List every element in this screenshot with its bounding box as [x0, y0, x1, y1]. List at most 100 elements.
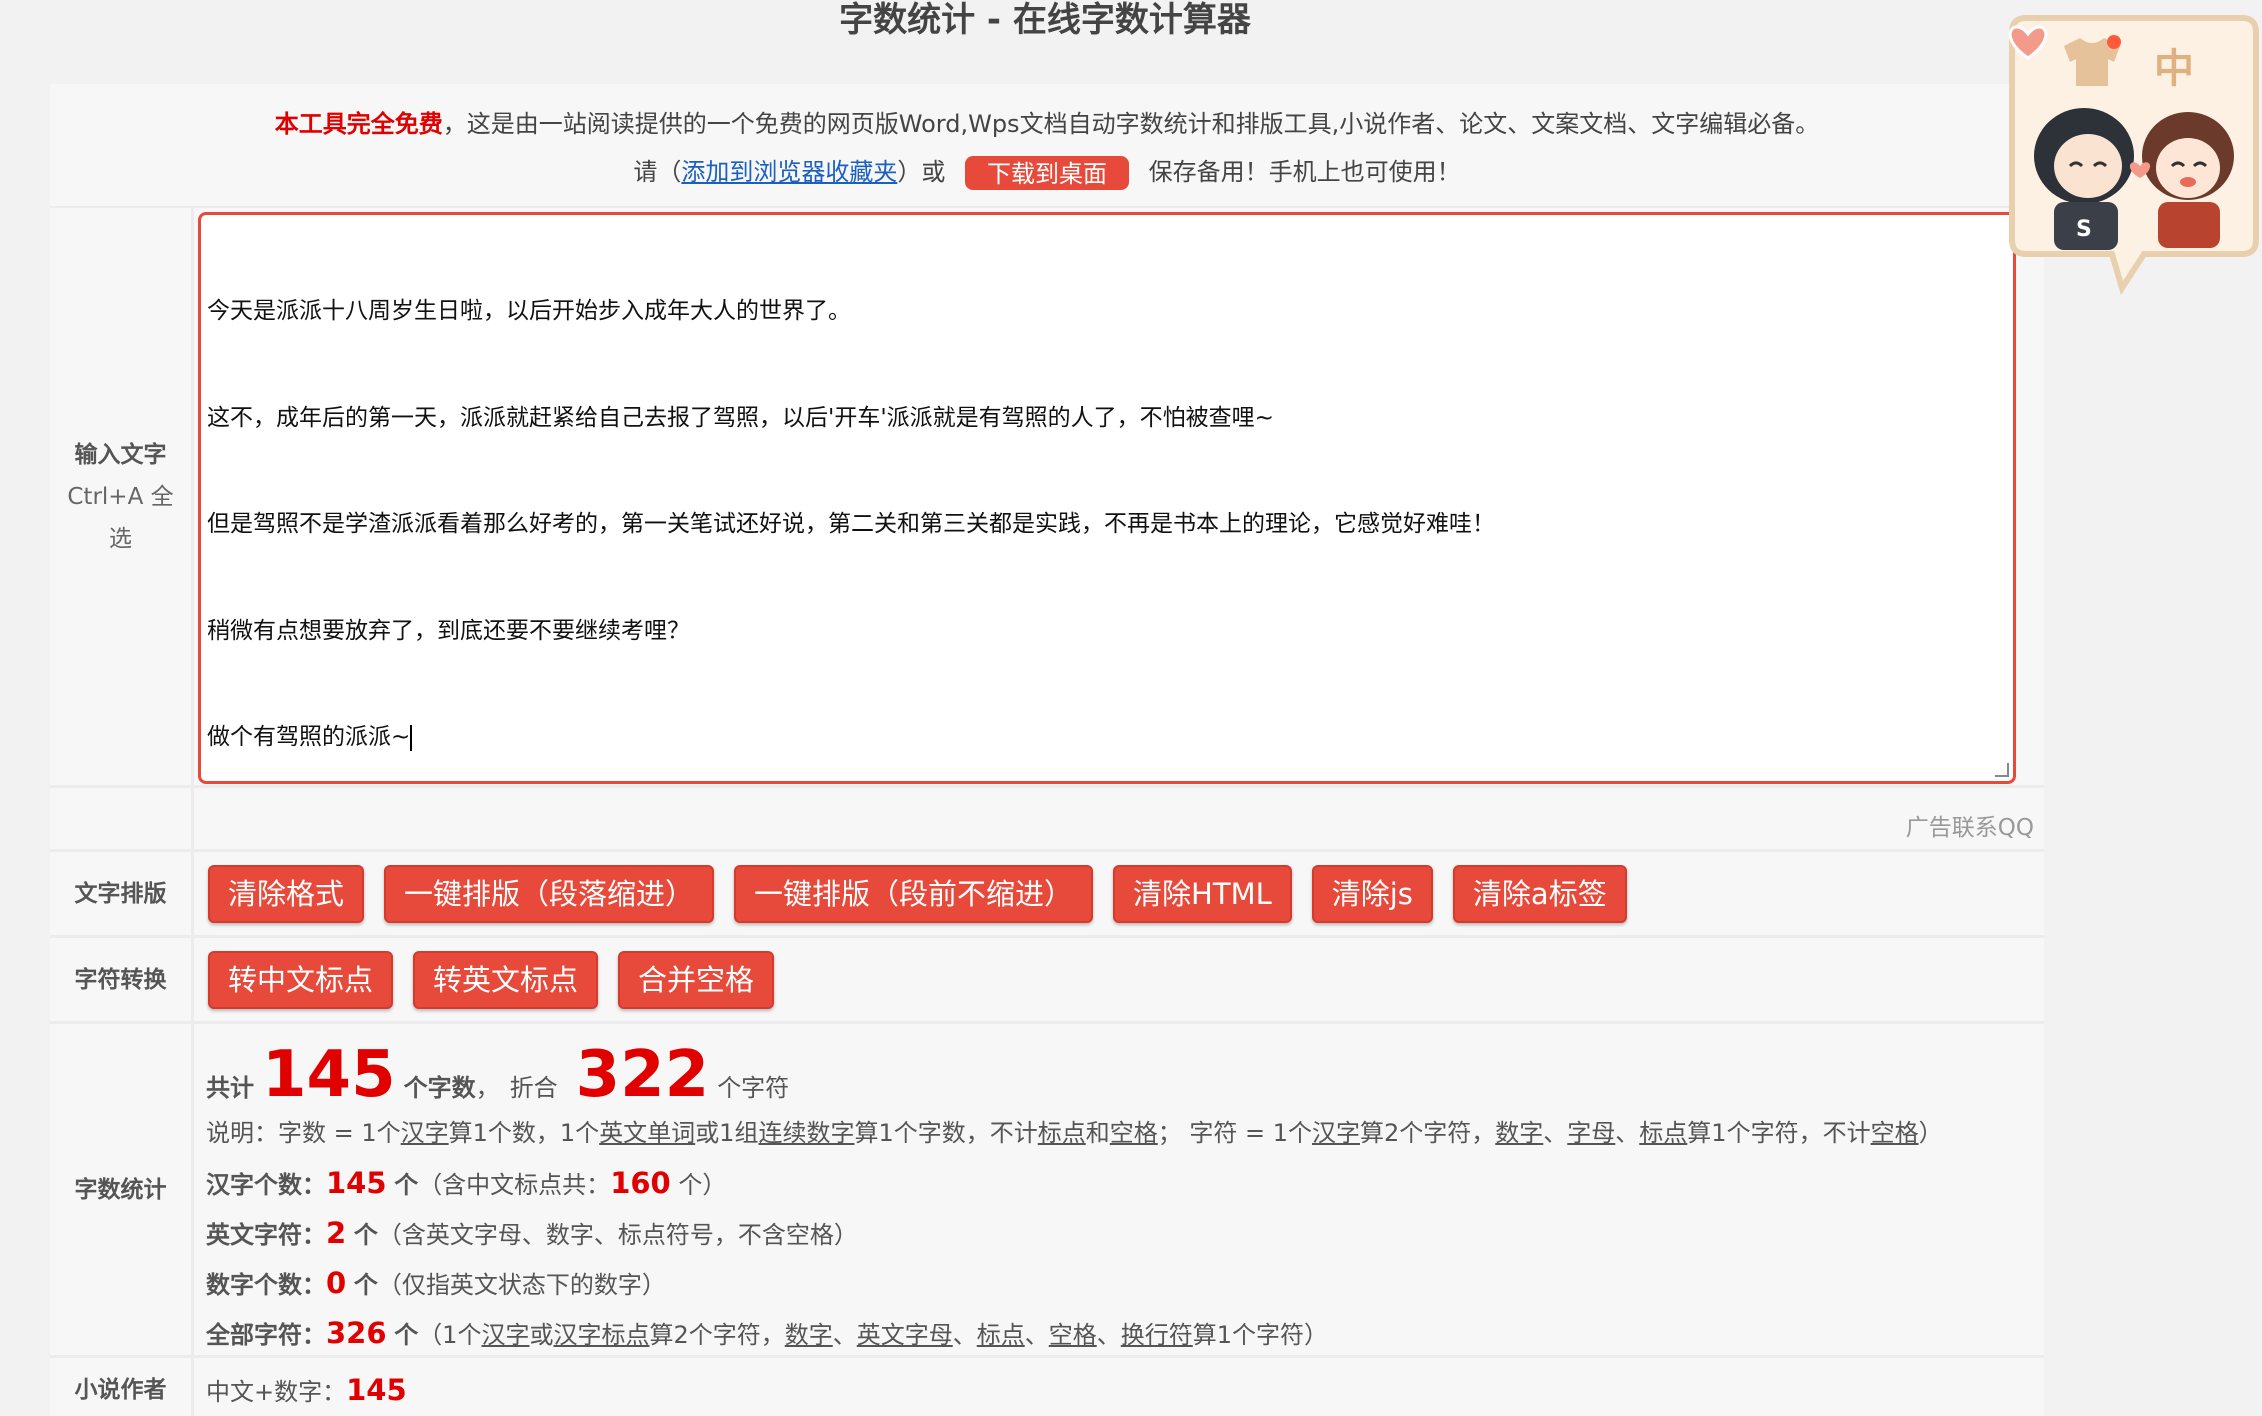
layout-buttons: 清除格式 一键排版（段落缩进） 一键排版（段前不缩进） 清除HTML 清除js … [194, 852, 2044, 935]
digit-count-key: 数字个数： [206, 1271, 326, 1299]
all-note-term: 数字 [784, 1321, 833, 1349]
explain-term: 连续数字 [758, 1119, 855, 1147]
all-count-value: 326 [326, 1316, 387, 1350]
explain-term: 英文单词 [599, 1119, 696, 1147]
download-desktop-button[interactable]: 下载到桌面 [965, 156, 1129, 190]
all-note: 算2个字符， [649, 1321, 785, 1349]
novel-value: 145 [346, 1373, 407, 1407]
clear-a-tag-button[interactable]: 清除a标签 [1452, 864, 1627, 923]
novel-label: 小说作者 [50, 1358, 194, 1416]
explain-term: 数字 [1495, 1119, 1544, 1147]
mascot-widget[interactable]: S 中 [2004, 6, 2262, 296]
tool-container: 本工具完全免费，这是由一站阅读提供的一个免费的网页版Word,Wps文档自动字数… [50, 84, 2044, 1416]
all-count-unit: 个 [394, 1321, 419, 1349]
english-count-unit: 个 [353, 1221, 378, 1249]
all-count-key: 全部字符： [206, 1321, 326, 1349]
clear-js-button[interactable]: 清除js [1311, 864, 1433, 923]
bookmark-link[interactable]: 添加到浏览器收藏夹 [681, 158, 897, 186]
explain-text: 、 [1543, 1119, 1568, 1147]
all-note-term: 标点 [976, 1321, 1025, 1349]
merge-spaces-button[interactable]: 合并空格 [618, 950, 775, 1009]
format-indent-button[interactable]: 一键排版（段落缩进） [384, 864, 715, 923]
explain-term: 标点 [1639, 1119, 1688, 1147]
explain-text: 说明：字数 = 1个 [206, 1119, 401, 1147]
explain-term: 标点 [1037, 1119, 1086, 1147]
all-count-line: 全部字符：326 个（1个汉字或汉字标点算2个字符，数字、英文字母、标点、空格、… [206, 1308, 2032, 1358]
hanzi-with-punct-value: 160 [610, 1166, 671, 1200]
to-english-punct-button[interactable]: 转英文标点 [413, 950, 599, 1009]
input-body: 今天是派派十八周岁生日啦，以后开始步入成年大人的世界了。 这不，成年后的第一天，… [194, 208, 2044, 785]
layout-label: 文字排版 [50, 852, 194, 935]
mascot-widget-art: S [2008, 15, 2259, 296]
text-line: 这不，成年后的第一天，派派就赶紧给自己去报了驾照，以后'开车'派派就是有驾照的人… [207, 404, 1274, 431]
explain-line: 说明：字数 = 1个汉字算1个数，1个英文单词或1组连续数字算1个字数，不计标点… [206, 1108, 2032, 1158]
to-chinese-punct-button[interactable]: 转中文标点 [208, 950, 394, 1009]
clear-format-button[interactable]: 清除格式 [208, 864, 365, 923]
hanzi-count-line: 汉字个数：145 个（含中文标点共：160 个） [206, 1158, 2032, 1208]
all-note: 、 [1096, 1321, 1121, 1349]
text-line-last: 做个有驾照的派派~ [207, 720, 2007, 756]
explain-text: 算1个数，1个 [448, 1119, 600, 1147]
digit-count-line: 数字个数：0 个（仅指英文状态下的数字） [206, 1258, 2032, 1308]
hanzi-count-unit: 个 [394, 1171, 419, 1199]
intro-panel: 本工具完全免费，这是由一站阅读提供的一个免费的网页版Word,Wps文档自动字数… [50, 84, 2044, 208]
equiv-label: 折合 [509, 1074, 558, 1102]
text-input-area[interactable]: 今天是派派十八周岁生日啦，以后开始步入成年大人的世界了。 这不，成年后的第一天，… [198, 212, 2016, 784]
intro-description: ，这是由一站阅读提供的一个免费的网页版Word,Wps文档自动字数统计和排版工具… [442, 110, 1820, 138]
resize-handle[interactable] [1995, 763, 2009, 777]
english-note: （含英文字母、数字、标点符号，不含空格） [377, 1221, 858, 1249]
all-note-term: 英文字母 [856, 1321, 953, 1349]
format-no-indent-button[interactable]: 一键排版（段前不缩进） [734, 864, 1094, 923]
select-all-hint-1: Ctrl+A 全 [67, 483, 174, 510]
convert-buttons: 转中文标点 转英文标点 合并空格 [194, 938, 2044, 1021]
clear-html-button[interactable]: 清除HTML [1113, 864, 1292, 923]
all-note: 算1个字符） [1192, 1321, 1329, 1349]
hanzi-note-suffix: 个） [670, 1171, 727, 1199]
explain-text: 算2个字符， [1360, 1119, 1496, 1147]
stats-row: 字数统计 共计 145 个字数 ， 折合 322 个字符 说明：字数 = 1个汉… [50, 1024, 2044, 1358]
input-label: 输入文字 [74, 441, 167, 468]
hanzi-count-value: 145 [326, 1166, 387, 1200]
svg-text:S: S [2076, 217, 2092, 242]
explain-term: 字母 [1567, 1119, 1616, 1147]
english-count-line: 英文字符：2 个（含英文字母、数字、标点符号，不含空格） [206, 1208, 2032, 1258]
stats-body: 共计 145 个字数 ， 折合 322 个字符 说明：字数 = 1个汉字算1个数… [194, 1024, 2044, 1355]
word-count-value: 145 [262, 1038, 396, 1112]
digit-count-value: 0 [326, 1266, 347, 1300]
char-unit: 个字符 [717, 1074, 790, 1102]
digit-count-unit: 个 [353, 1271, 378, 1299]
text-line: 但是驾照不是学渣派派看着那么好考的，第一关笔试还好说，第二关和第三关都是实践，不… [207, 511, 1495, 537]
layout-row: 文字排版 清除格式 一键排版（段落缩进） 一键排版（段前不缩进） 清除HTML … [50, 852, 2044, 938]
stats-label: 字数统计 [50, 1024, 194, 1355]
digit-note: （仅指英文状态下的数字） [377, 1271, 666, 1299]
ad-label-cell [50, 788, 194, 849]
all-note-term: 汉字标点 [553, 1321, 650, 1349]
convert-label: 字符转换 [50, 938, 194, 1021]
text-line: 做个有驾照的派派~ [207, 724, 411, 750]
input-label-cell: 输入文字 Ctrl+A 全 选 [50, 208, 194, 785]
hanzi-count-key: 汉字个数： [206, 1171, 326, 1199]
all-note: 、 [832, 1321, 857, 1349]
total-line: 共计 145 个字数 ， 折合 322 个字符 [206, 1038, 2032, 1112]
comma: ， [475, 1074, 500, 1102]
explain-term: 汉字 [400, 1119, 449, 1147]
ad-contact-text: 广告联系QQ [1905, 815, 2034, 841]
input-row: 输入文字 Ctrl+A 全 选 今天是派派十八周岁生日啦，以后开始步入成年大人的… [50, 208, 2044, 788]
char-count-value: 322 [575, 1038, 710, 1112]
ad-body: 广告联系QQ [194, 788, 2044, 849]
select-all-hint-2: 选 [109, 525, 132, 552]
save-note: 保存备用！手机上也可使用！ [1148, 158, 1461, 186]
word-unit: 个字数 [403, 1074, 476, 1102]
novel-body: 中文+数字：145 [194, 1358, 2044, 1416]
english-count-key: 英文字符： [206, 1221, 326, 1249]
explain-text: ； 字符 = 1个 [1157, 1119, 1313, 1147]
explain-text: 、 [1615, 1119, 1640, 1147]
convert-row: 字符转换 转中文标点 转英文标点 合并空格 [50, 938, 2044, 1024]
text-caret [410, 724, 413, 751]
explain-text: 或1组 [695, 1119, 759, 1147]
novel-key: 中文+数字： [206, 1378, 347, 1406]
language-toggle[interactable]: 中 [2154, 36, 2194, 94]
all-note-term: 换行符 [1120, 1321, 1193, 1349]
explain-term: 空格 [1109, 1119, 1158, 1147]
intro-line-1: 本工具完全免费，这是由一站阅读提供的一个免费的网页版Word,Wps文档自动字数… [50, 100, 2044, 148]
